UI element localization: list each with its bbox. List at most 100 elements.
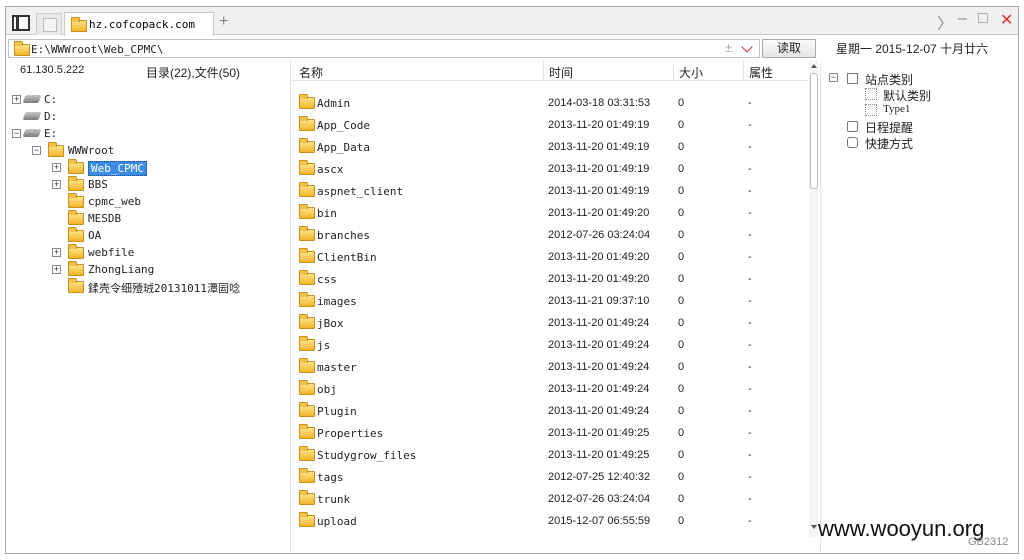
folder-icon <box>68 193 84 208</box>
cell-name: Studygrow_files <box>317 449 417 462</box>
address-bar: E:\WWWroot\Web_CPMC\ ± 读取 星期一 2015-12-07… <box>6 37 1018 59</box>
folder-icon <box>299 270 315 285</box>
cell-time: 2013-11-20 01:49:24 <box>548 383 650 395</box>
cell-time: 2013-11-20 01:49:24 <box>548 361 650 373</box>
add-tab-button[interactable]: + <box>219 13 228 31</box>
expand-icon[interactable]: + <box>52 265 61 274</box>
cell-attr: - <box>748 449 752 461</box>
cell-attr: - <box>748 295 752 307</box>
collapse-icon[interactable]: − <box>829 73 838 82</box>
tree-node-label[interactable]: OA <box>88 229 101 242</box>
sidebar-toggle-icon[interactable] <box>12 15 30 31</box>
vertical-scrollbar[interactable] <box>809 61 818 537</box>
table-row[interactable]: branches 2012-07-26 03:24:04 0 - <box>291 224 811 246</box>
cell-name: obj <box>317 383 337 396</box>
column-name[interactable]: 名称 <box>299 64 323 81</box>
close-button[interactable]: ✕ <box>1000 10 1013 30</box>
collapse-icon[interactable]: − <box>32 146 41 155</box>
folder-icon <box>68 176 84 191</box>
minimize-button[interactable]: – <box>958 10 967 28</box>
table-row[interactable]: css 2013-11-20 01:49:20 0 - <box>291 268 811 290</box>
forward-icon[interactable]: 〉 <box>937 10 953 34</box>
tree-node-label[interactable]: webfile <box>88 246 134 259</box>
cell-name: Plugin <box>317 405 357 418</box>
table-row[interactable]: App_Data 2013-11-20 01:49:19 0 - <box>291 136 811 158</box>
scroll-down-icon[interactable] <box>811 525 817 529</box>
tree-node-label[interactable]: Web_CPMC <box>88 161 147 176</box>
table-row[interactable]: Properties 2013-11-20 01:49:25 0 - <box>291 422 811 444</box>
table-row[interactable]: App_Code 2013-11-20 01:49:19 0 - <box>291 114 811 136</box>
table-row[interactable]: aspnet_client 2013-11-20 01:49:19 0 - <box>291 180 811 202</box>
cell-name: App_Code <box>317 119 370 132</box>
cell-size: 0 <box>678 317 685 329</box>
cell-time: 2013-11-20 01:49:19 <box>548 163 650 175</box>
tree-node-label[interactable]: 鍒壳令细殪珬20131011潭囩唸 <box>88 280 240 296</box>
cell-size: 0 <box>678 515 685 527</box>
plus-minus-icon[interactable]: ± <box>725 40 732 55</box>
cell-name: ClientBin <box>317 251 377 264</box>
table-row[interactable]: ClientBin 2013-11-20 01:49:20 0 - <box>291 246 811 268</box>
folder-icon <box>299 116 315 131</box>
expand-icon[interactable]: + <box>12 95 21 104</box>
tree-node-label[interactable]: BBS <box>88 178 108 191</box>
cell-name: Admin <box>317 97 351 110</box>
tree-node-label[interactable]: D: <box>44 110 57 123</box>
table-row[interactable]: master 2013-11-20 01:49:24 0 - <box>291 356 811 378</box>
scroll-thumb[interactable] <box>810 73 818 189</box>
cell-name: tags <box>317 471 344 484</box>
cell-size: 0 <box>678 141 685 153</box>
expand-icon[interactable]: + <box>52 248 61 257</box>
tree-node-label[interactable]: E: <box>44 127 57 140</box>
cell-time: 2013-11-20 01:49:25 <box>548 427 650 439</box>
cell-attr: - <box>748 405 752 417</box>
chevron-down-icon[interactable] <box>741 41 753 53</box>
table-row[interactable]: upload 2015-12-07 06:55:59 0 - <box>291 510 811 532</box>
cell-name: images <box>317 295 357 308</box>
tab-active[interactable]: hz.cofcopack.com <box>64 12 214 36</box>
column-time[interactable]: 时间 <box>549 64 573 81</box>
scroll-up-icon[interactable] <box>811 64 817 68</box>
tree-node-label[interactable]: cpmc_web <box>88 195 141 208</box>
column-attr[interactable]: 属性 <box>749 64 773 81</box>
table-row[interactable]: bin 2013-11-20 01:49:20 0 - <box>291 202 811 224</box>
collapse-icon[interactable]: − <box>12 129 21 138</box>
tree-node-label[interactable]: ZhongLiang <box>88 263 154 276</box>
cell-name: App_Data <box>317 141 370 154</box>
cell-attr: - <box>748 493 752 505</box>
app-window: hz.cofcopack.com + 〉 – □ ✕ E:\WWWroot\We… <box>5 6 1019 554</box>
folder-icon <box>48 142 64 157</box>
tree-node-label[interactable]: WWWroot <box>68 144 114 157</box>
table-row[interactable]: obj 2013-11-20 01:49:24 0 - <box>291 378 811 400</box>
folder-icon <box>71 17 87 32</box>
table-row[interactable]: Admin 2014-03-18 03:31:53 0 - <box>291 92 811 114</box>
maximize-button[interactable]: □ <box>978 10 988 28</box>
cell-attr: - <box>748 515 752 527</box>
cell-name: master <box>317 361 357 374</box>
table-row[interactable]: images 2013-11-21 09:37:10 0 - <box>291 290 811 312</box>
path-input[interactable]: E:\WWWroot\Web_CPMC\ ± <box>8 39 760 58</box>
sidebar-panel: − 站点类别 默认类别 Type1 日程提醒 快捷方式 <box>820 61 1018 553</box>
read-button[interactable]: 读取 <box>762 39 816 58</box>
table-row[interactable]: Plugin 2013-11-20 01:49:24 0 - <box>291 400 811 422</box>
table-row[interactable]: tags 2012-07-25 12:40:32 0 - <box>291 466 811 488</box>
cell-name: bin <box>317 207 337 220</box>
tree-node-label[interactable]: MESDB <box>88 212 121 225</box>
directory-tree-panel: 61.130.5.222 目录(22),文件(50) + C: D: − E: − WWWr… <box>6 61 288 553</box>
table-row[interactable]: js 2013-11-20 01:49:24 0 - <box>291 334 811 356</box>
column-size[interactable]: 大小 <box>679 64 703 81</box>
table-row[interactable]: trunk 2012-07-26 03:24:04 0 - <box>291 488 811 510</box>
cell-time: 2013-11-20 01:49:24 <box>548 405 650 417</box>
folder-icon <box>68 210 84 225</box>
table-row[interactable]: ascx 2013-11-20 01:49:19 0 - <box>291 158 811 180</box>
expand-icon[interactable]: + <box>52 163 61 172</box>
cell-attr: - <box>748 383 752 395</box>
cell-size: 0 <box>678 251 685 263</box>
table-row[interactable]: jBox 2013-11-20 01:49:24 0 - <box>291 312 811 334</box>
cell-attr: - <box>748 207 752 219</box>
blank-tab[interactable] <box>36 13 62 35</box>
tree-node-label[interactable]: C: <box>44 93 57 106</box>
expand-icon[interactable]: + <box>52 180 61 189</box>
category-item-icon <box>865 88 877 100</box>
table-row[interactable]: Studygrow_files 2013-11-20 01:49:25 0 - <box>291 444 811 466</box>
drive-icon <box>22 112 42 120</box>
